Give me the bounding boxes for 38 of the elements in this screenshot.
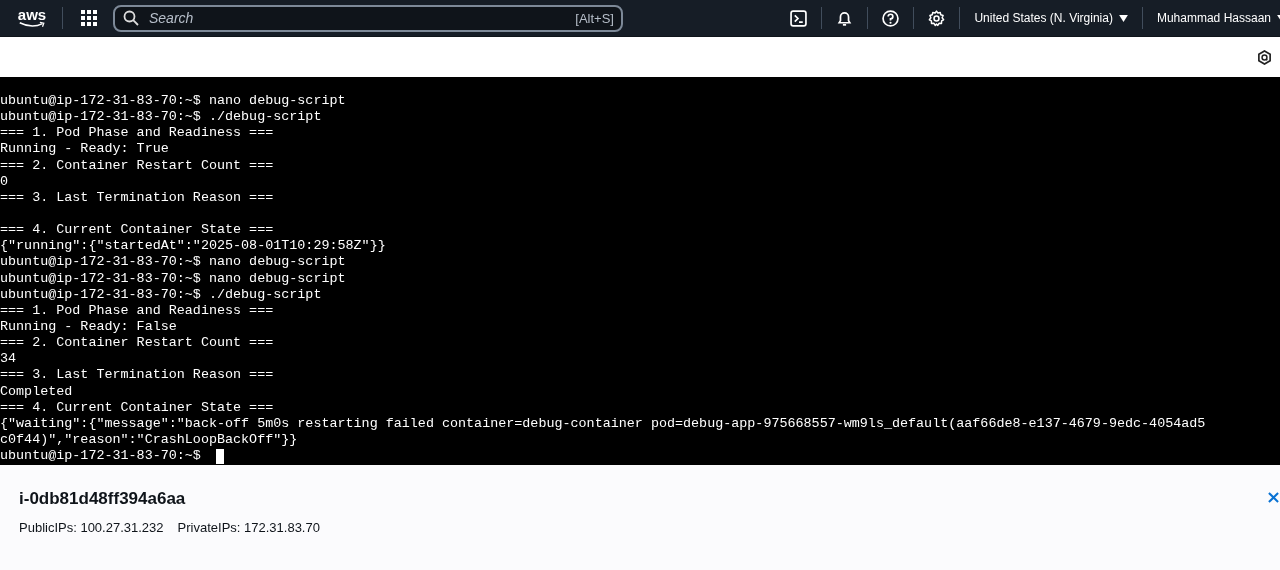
region-menu[interactable]: United States (N. Virginia) [974, 11, 1128, 25]
terminal-line: === 2. Container Restart Count === [0, 157, 274, 174]
terminal-line: === 1. Pod Phase and Readiness === [0, 302, 274, 319]
terminal-panel[interactable] [0, 77, 1280, 465]
caret-icon [1118, 14, 1128, 22]
terminal-line: === 2. Container Restart Count === [0, 335, 274, 352]
terminal-line: ubuntu@ip-172-31-83-70:~$ nano debug-script [0, 93, 346, 110]
hexagon-icon[interactable] [1257, 49, 1272, 65]
aws-logo[interactable]: aws [16, 8, 48, 28]
terminal-line: === 4. Current Container State === [0, 399, 274, 416]
terminal-icon[interactable] [790, 9, 808, 27]
account-menu[interactable]: Muhammad Hassaan [1156, 11, 1280, 25]
terminal-line: Completed [0, 383, 73, 400]
terminal-line: === 3. Last Termination Reason === [0, 367, 274, 384]
close-icon[interactable] [1268, 492, 1279, 503]
terminal-line: === 1. Pod Phase and Readiness === [0, 125, 274, 142]
terminal-line: === 4. Current Container State === [0, 222, 274, 239]
terminal-line: ubuntu@ip-172-31-83-70:~$ nano debug-script [0, 270, 346, 287]
terminal-line: ubuntu@ip-172-31-83-70:~$ nano debug-script [0, 254, 346, 271]
instance-id: i-0db81d48ff394a6aa [19, 489, 187, 509]
private-ip: PrivateIPs: 172.31.83.70 [177, 520, 320, 535]
grid-icon[interactable] [81, 10, 97, 26]
terminal-line: Running - Ready: False [0, 319, 177, 336]
terminal-prompt: ubuntu@ip-172-31-83-70:~$ [0, 448, 201, 465]
notification-bell-icon[interactable] [836, 9, 854, 27]
help-icon[interactable] [882, 9, 900, 27]
terminal-line: c0f44)","reason":"CrashLoopBackOff"}} [0, 432, 298, 448]
settings-icon[interactable] [928, 9, 946, 27]
terminal-line: {"running":{"startedAt":"2025-08-01T10:29:58Z"}} [0, 238, 386, 255]
shortcut-hint: [Alt+S] [575, 10, 614, 26]
terminal-line: ubuntu@ip-172-31-83-70:~$ ./debug-script [0, 286, 322, 303]
terminal-line: Running - Ready: True [0, 141, 169, 158]
terminal-line: 0 [0, 173, 9, 190]
terminal-line: 34 [0, 351, 17, 368]
terminal-line: === 3. Last Termination Reason === [0, 189, 274, 206]
terminal-line: {"waiting":{"message":"back-off 5m0s restarting failed container=debug-container pod=debug-app-975668557-wm9ls_default(aaf66de8-e137-4679-9edc-4054ad5 [0, 415, 1206, 432]
terminal-line: ubuntu@ip-172-31-83-70:~$ ./debug-script [0, 109, 322, 126]
public-ip: PublicIPs: 100.27.31.232 [19, 520, 164, 535]
